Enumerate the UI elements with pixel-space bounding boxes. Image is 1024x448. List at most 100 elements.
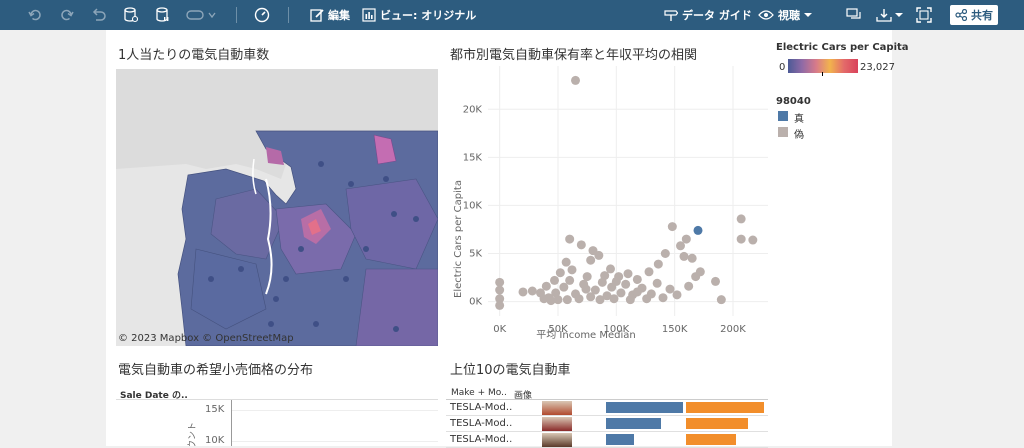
scatter-point-false[interactable] xyxy=(623,269,633,279)
x-tick-label: 200K xyxy=(720,324,746,335)
histogram-title: 電気自動車の希望小売価格の分布 xyxy=(118,363,314,378)
scatter-point-false[interactable] xyxy=(687,253,697,263)
redo-icon xyxy=(61,9,74,21)
scatter-point-false[interactable] xyxy=(600,271,610,281)
scatter-point-false[interactable] xyxy=(567,265,577,275)
scatter-point-false[interactable] xyxy=(495,277,505,287)
scatter-point-false[interactable] xyxy=(625,295,635,305)
scatter-point-false[interactable] xyxy=(576,240,586,250)
legend-swatch-false[interactable] xyxy=(778,127,788,137)
legend-swatch-true[interactable] xyxy=(778,111,788,121)
scatter-point-false[interactable] xyxy=(691,272,701,282)
database-pause-icon xyxy=(156,7,169,22)
scatter-point-true[interactable] xyxy=(693,225,703,235)
replay-animation-button[interactable] xyxy=(186,4,216,26)
histogram-y-tick: 10K xyxy=(205,435,225,446)
scatter-point-false[interactable] xyxy=(518,287,528,297)
scatter-point-false[interactable] xyxy=(539,294,549,304)
histogram-gridline xyxy=(232,441,438,442)
scatter-point-false[interactable] xyxy=(679,251,689,261)
scatter-point-false[interactable] xyxy=(667,222,677,232)
scatter-point-false[interactable] xyxy=(614,272,624,282)
scatter-point-false[interactable] xyxy=(595,295,605,305)
top10-bar-blue[interactable] xyxy=(606,402,683,413)
refresh-data-button[interactable] xyxy=(124,4,138,26)
top10-row[interactable]: TESLA-Mod.. xyxy=(446,400,768,416)
top10-col-make[interactable]: Make + Mo.. xyxy=(451,388,507,398)
scatter-point-false[interactable] xyxy=(684,281,694,291)
scatter-point-false[interactable] xyxy=(672,290,682,300)
choropleth-map[interactable] xyxy=(116,69,438,346)
car-thumbnail xyxy=(542,401,572,415)
scatter-point-false[interactable] xyxy=(527,286,537,296)
fullscreen-button[interactable] xyxy=(916,4,932,26)
scatter-point-false[interactable] xyxy=(607,282,617,292)
car-thumbnail xyxy=(542,433,572,447)
scatter-point-false[interactable] xyxy=(748,235,758,245)
scatter-point-false[interactable] xyxy=(642,294,652,304)
scatter-point-false[interactable] xyxy=(616,288,626,298)
share-button[interactable]: 共有 xyxy=(950,5,998,25)
data-guide-button[interactable]: データ ガイド xyxy=(664,4,752,26)
watch-label: 視聴 xyxy=(778,9,800,22)
legend-label-false: 偽 xyxy=(794,130,804,141)
share-icon xyxy=(955,9,967,21)
redo-button[interactable] xyxy=(60,4,74,26)
scatter-point-false[interactable] xyxy=(565,234,575,244)
scatter-point-false[interactable] xyxy=(621,279,631,289)
metrics-button[interactable] xyxy=(254,4,270,26)
scatter-point-false[interactable] xyxy=(561,257,571,267)
scatter-point-false[interactable] xyxy=(581,284,591,294)
scatter-point-false[interactable] xyxy=(644,267,654,277)
view-button[interactable]: ビュー: オリジナル xyxy=(362,4,476,26)
scatter-point-false[interactable] xyxy=(632,287,642,297)
pause-updates-button[interactable] xyxy=(156,4,170,26)
download-button[interactable] xyxy=(876,4,904,26)
map-title: 1人当たりの電気自動車数 xyxy=(118,48,270,63)
top10-bar-orange[interactable] xyxy=(686,434,736,445)
scatter-chart[interactable]: 0K 50K 100K 150K 200K 0K5K10K15K20K 平均 Incom… xyxy=(440,62,775,352)
scatter-point-false[interactable] xyxy=(660,249,670,258)
revert-button[interactable] xyxy=(92,4,106,26)
scatter-point-false[interactable] xyxy=(736,214,746,224)
comments-button[interactable] xyxy=(846,4,862,26)
scatter-point-false[interactable] xyxy=(495,285,505,295)
scatter-point-false[interactable] xyxy=(571,75,580,85)
top10-bar-orange[interactable] xyxy=(686,402,764,413)
top10-row-label: TESLA-Mod.. xyxy=(450,402,513,413)
scatter-point-false[interactable] xyxy=(550,275,559,285)
scatter-point-false[interactable] xyxy=(588,246,598,256)
scatter-point-false[interactable] xyxy=(565,275,575,285)
fullscreen-icon xyxy=(916,7,932,23)
scatter-point-false[interactable] xyxy=(711,276,720,286)
top10-bar-blue[interactable] xyxy=(606,434,634,445)
top10-bar-blue[interactable] xyxy=(606,418,661,429)
scatter-point-false[interactable] xyxy=(574,294,584,304)
top10-row[interactable]: TESLA-Mod.. xyxy=(446,416,768,432)
watch-button[interactable]: 視聴 xyxy=(758,4,813,26)
view-chart-icon xyxy=(362,8,376,22)
scatter-point-false[interactable] xyxy=(676,241,685,251)
edit-button[interactable]: 編集 xyxy=(310,4,350,26)
scatter-point-false[interactable] xyxy=(653,259,663,269)
scatter-title: 都市別電気自動車保有率と年収平均の相関 xyxy=(450,48,698,63)
scatter-point-false[interactable] xyxy=(586,292,596,302)
scatter-point-false[interactable] xyxy=(582,272,592,282)
group-legend-title: 98040 xyxy=(776,96,811,107)
scatter-point-false[interactable] xyxy=(652,278,662,288)
undo-button[interactable] xyxy=(28,4,42,26)
edit-icon xyxy=(310,9,324,22)
scatter-point-false[interactable] xyxy=(562,295,572,305)
scatter-point-false[interactable] xyxy=(665,284,675,294)
color-legend-title: Electric Cars per Capita xyxy=(776,42,909,53)
scatter-point-false[interactable] xyxy=(658,293,668,303)
top10-bar-orange[interactable] xyxy=(686,418,748,429)
scatter-point-false[interactable] xyxy=(586,255,596,265)
x-tick-label: 0K xyxy=(493,324,506,335)
scatter-point-false[interactable] xyxy=(609,294,619,304)
scatter-point-false[interactable] xyxy=(736,234,746,244)
scatter-point-false[interactable] xyxy=(555,268,565,278)
scatter-point-false[interactable] xyxy=(716,295,726,305)
scatter-point-false[interactable] xyxy=(495,300,505,310)
scatter-point-false[interactable] xyxy=(632,274,642,284)
